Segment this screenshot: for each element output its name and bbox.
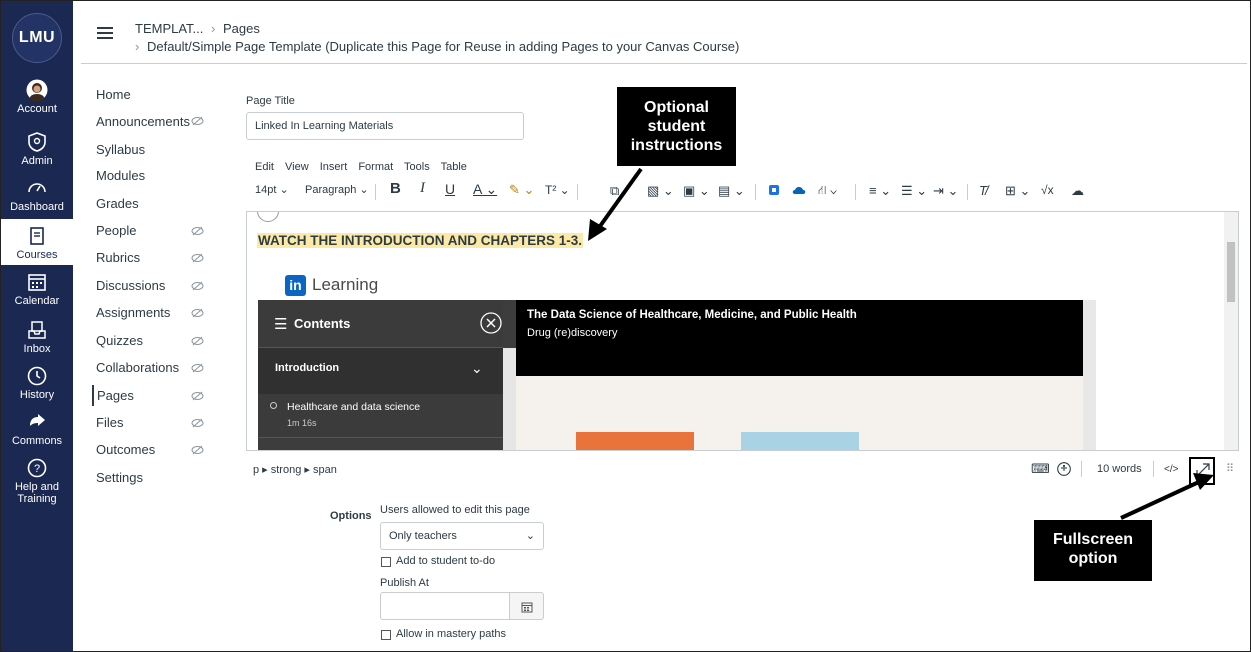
fullscreen-highlight-box [1189,457,1215,485]
app-frame: LMU Account Admin Dashboard Courses Cale… [0,0,1251,652]
callout-arrows [588,167,1214,520]
